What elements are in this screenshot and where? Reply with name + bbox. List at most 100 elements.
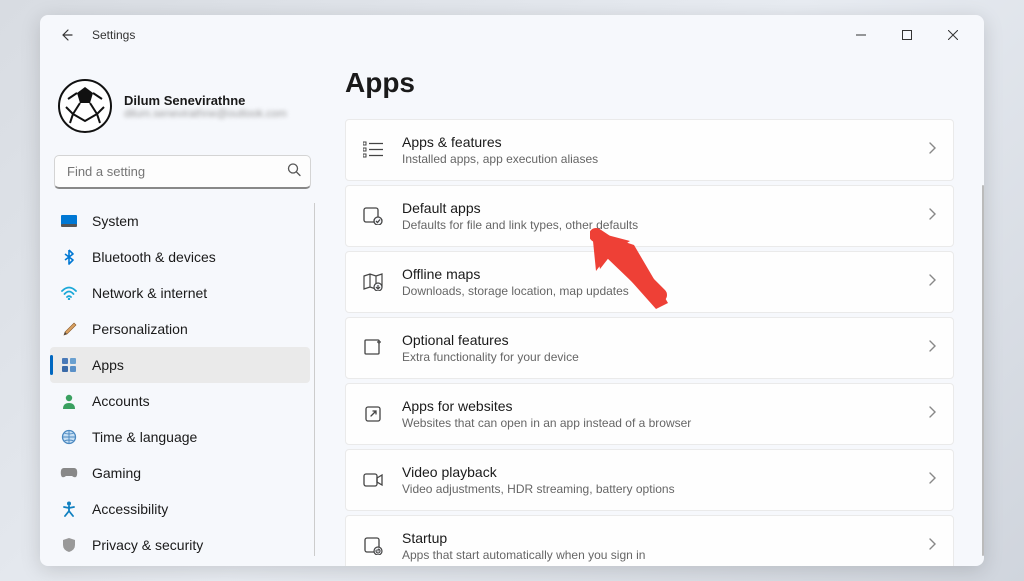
search-wrap: [54, 155, 311, 189]
map-icon: [362, 271, 384, 293]
card-apps-features[interactable]: Apps & features Installed apps, app exec…: [345, 119, 954, 181]
card-subtitle: Installed apps, app execution aliases: [402, 152, 909, 166]
chevron-right-icon: [927, 405, 937, 424]
arrow-left-icon: [58, 27, 74, 43]
close-icon: [948, 30, 958, 40]
card-text: Offline maps Downloads, storage location…: [402, 266, 909, 298]
card-optional-features[interactable]: Optional features Extra functionality fo…: [345, 317, 954, 379]
card-subtitle: Websites that can open in an app instead…: [402, 416, 909, 430]
sidebar-item-system[interactable]: System: [50, 203, 310, 239]
sidebar-item-label: Personalization: [92, 321, 188, 337]
settings-window: Settings Dilum Senevirathne d: [40, 15, 984, 566]
chevron-right-icon: [927, 339, 937, 358]
sidebar-item-accessibility[interactable]: Accessibility: [50, 491, 310, 527]
default-apps-icon: [362, 205, 384, 227]
add-feature-icon: [362, 337, 384, 359]
search-icon: [287, 163, 301, 182]
sidebar-item-label: Apps: [92, 357, 124, 373]
list-icon: [362, 139, 384, 161]
chevron-right-icon: [927, 537, 937, 556]
titlebar-title: Settings: [92, 28, 135, 42]
startup-icon: [362, 535, 384, 557]
card-subtitle: Apps that start automatically when you s…: [402, 548, 909, 562]
shield-icon: [60, 536, 78, 554]
profile-name: Dilum Senevirathne: [124, 93, 287, 108]
card-text: Apps & features Installed apps, app exec…: [402, 134, 909, 166]
sidebar-item-network[interactable]: Network & internet: [50, 275, 310, 311]
apps-icon: [60, 356, 78, 374]
sidebar-item-bluetooth[interactable]: Bluetooth & devices: [50, 239, 310, 275]
back-button[interactable]: [48, 17, 84, 53]
card-offline-maps[interactable]: Offline maps Downloads, storage location…: [345, 251, 954, 313]
window-controls: [838, 19, 976, 51]
avatar-image: [58, 79, 112, 133]
card-subtitle: Defaults for file and link types, other …: [402, 218, 909, 232]
card-title: Apps for websites: [402, 398, 909, 414]
chevron-right-icon: [927, 471, 937, 490]
video-icon: [362, 469, 384, 491]
page-title: Apps: [345, 67, 964, 99]
accessibility-icon: [60, 500, 78, 518]
chevron-right-icon: [927, 141, 937, 160]
search-input[interactable]: [54, 155, 311, 189]
minimize-icon: [856, 30, 866, 40]
card-title: Default apps: [402, 200, 909, 216]
card-subtitle: Video adjustments, HDR streaming, batter…: [402, 482, 909, 496]
sidebar-nav: System Bluetooth & devices Network & int…: [50, 203, 315, 556]
card-default-apps[interactable]: Default apps Defaults for file and link …: [345, 185, 954, 247]
chevron-right-icon: [927, 207, 937, 226]
sidebar-item-privacy[interactable]: Privacy & security: [50, 527, 310, 556]
open-external-icon: [362, 403, 384, 425]
card-apps-for-websites[interactable]: Apps for websites Websites that can open…: [345, 383, 954, 445]
card-title: Video playback: [402, 464, 909, 480]
content-area: Apps Apps & features Installed apps, app…: [325, 55, 984, 566]
paintbrush-icon: [60, 320, 78, 338]
card-startup[interactable]: Startup Apps that start automatically wh…: [345, 515, 954, 566]
minimize-button[interactable]: [838, 19, 884, 51]
avatar: [58, 79, 112, 133]
sidebar-item-label: Network & internet: [92, 285, 207, 301]
scrollbar[interactable]: [982, 185, 984, 556]
sidebar-item-accounts[interactable]: Accounts: [50, 383, 310, 419]
card-title: Optional features: [402, 332, 909, 348]
profile-email: dilum.senevirathne@outlook.com: [124, 108, 287, 120]
maximize-icon: [902, 30, 912, 40]
bluetooth-icon: [60, 248, 78, 266]
sidebar: Dilum Senevirathne dilum.senevirathne@ou…: [40, 55, 325, 566]
card-title: Apps & features: [402, 134, 909, 150]
card-text: Video playback Video adjustments, HDR st…: [402, 464, 909, 496]
sidebar-item-label: Privacy & security: [92, 537, 203, 553]
close-button[interactable]: [930, 19, 976, 51]
wifi-icon: [60, 284, 78, 302]
sidebar-item-label: Gaming: [92, 465, 141, 481]
sidebar-item-label: System: [92, 213, 139, 229]
sidebar-item-label: Bluetooth & devices: [92, 249, 216, 265]
person-icon: [60, 392, 78, 410]
card-title: Startup: [402, 530, 909, 546]
system-icon: [60, 212, 78, 230]
globe-clock-icon: [60, 428, 78, 446]
card-video-playback[interactable]: Video playback Video adjustments, HDR st…: [345, 449, 954, 511]
sidebar-item-gaming[interactable]: Gaming: [50, 455, 310, 491]
profile-text: Dilum Senevirathne dilum.senevirathne@ou…: [124, 93, 287, 120]
card-subtitle: Downloads, storage location, map updates: [402, 284, 909, 298]
profile-section[interactable]: Dilum Senevirathne dilum.senevirathne@ou…: [50, 55, 315, 151]
sidebar-item-label: Accessibility: [92, 501, 168, 517]
sidebar-item-label: Time & language: [92, 429, 197, 445]
card-text: Optional features Extra functionality fo…: [402, 332, 909, 364]
gamepad-icon: [60, 464, 78, 482]
card-subtitle: Extra functionality for your device: [402, 350, 909, 364]
sidebar-item-time-language[interactable]: Time & language: [50, 419, 310, 455]
sidebar-item-apps[interactable]: Apps: [50, 347, 310, 383]
card-text: Apps for websites Websites that can open…: [402, 398, 909, 430]
sidebar-item-label: Accounts: [92, 393, 150, 409]
maximize-button[interactable]: [884, 19, 930, 51]
cards-list: Apps & features Installed apps, app exec…: [345, 119, 964, 566]
card-text: Startup Apps that start automatically wh…: [402, 530, 909, 562]
sidebar-item-personalization[interactable]: Personalization: [50, 311, 310, 347]
window-body: Dilum Senevirathne dilum.senevirathne@ou…: [40, 55, 984, 566]
chevron-right-icon: [927, 273, 937, 292]
titlebar: Settings: [40, 15, 984, 55]
card-title: Offline maps: [402, 266, 909, 282]
card-text: Default apps Defaults for file and link …: [402, 200, 909, 232]
